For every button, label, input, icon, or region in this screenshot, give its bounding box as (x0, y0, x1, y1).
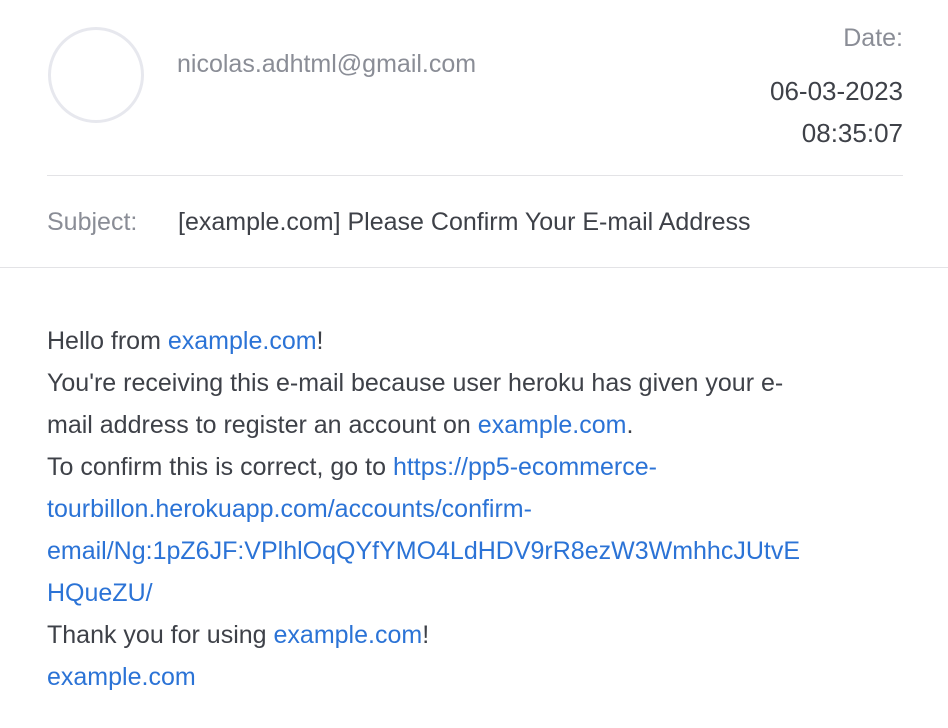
body-line-confirm-2: tourbillon.herokuapp.com/accounts/confir… (47, 488, 903, 530)
time-value: 08:35:07 (801, 118, 903, 148)
email-header: nicolas.adhtml@gmail.com Date: 06-03-202… (0, 0, 948, 268)
confirm-link-part-4[interactable]: HQueZU/ (47, 579, 153, 607)
sender-email: nicolas.adhtml@gmail.com (177, 50, 477, 78)
sender-avatar (48, 27, 144, 123)
hello-text: Hello from (47, 327, 168, 355)
email-view: nicolas.adhtml@gmail.com Date: 06-03-202… (0, 0, 948, 728)
thanks-text: Thank you for using (47, 621, 274, 649)
subject-label: Subject: (47, 208, 138, 236)
body-line-confirm-3: email/Ng:1pZ6JF:VPlhlOqQYfYMO4LdHDV9rR8e… (47, 530, 903, 572)
date-label: Date: (843, 24, 903, 52)
site-link-hello[interactable]: example.com (168, 327, 317, 355)
hello-suffix: ! (316, 327, 324, 355)
email-body: Hello from example.com! You're receiving… (47, 320, 903, 698)
confirm-link-part-1[interactable]: https://pp5-ecommerce- (393, 453, 657, 481)
body-line-hello: Hello from example.com! (47, 320, 903, 362)
body-line-thanks: Thank you for using example.com! (47, 614, 903, 656)
confirm-link-part-3[interactable]: email/Ng:1pZ6JF:VPlhlOqQYfYMO4LdHDV9rR8e… (47, 537, 800, 565)
subject-row: Subject: [example.com] Please Confirm You… (47, 206, 750, 238)
subject-text: [example.com] Please Confirm Your E-mail… (178, 208, 751, 236)
body-line-confirm-4: HQueZU/ (47, 572, 903, 614)
date-value: 06-03-2023 (770, 76, 903, 106)
confirm-link-part-2[interactable]: tourbillon.herokuapp.com/accounts/confir… (47, 495, 532, 523)
site-link-register[interactable]: example.com (478, 411, 627, 439)
confirm-text: To confirm this is correct, go to (47, 453, 393, 481)
signature-link[interactable]: example.com (47, 663, 196, 691)
body-line-register: mail address to register an account on e… (47, 404, 903, 446)
body-line-confirm: To confirm this is correct, go to https:… (47, 446, 903, 488)
date-block: Date: 06-03-2023 08:35:07 (770, 26, 903, 150)
register-text: mail address to register an account on (47, 411, 478, 439)
body-line-receiving: You're receiving this e-mail because use… (47, 369, 784, 397)
register-suffix: . (626, 411, 634, 439)
thanks-suffix: ! (422, 621, 430, 649)
body-line-signature: example.com (47, 656, 903, 698)
header-divider (47, 175, 903, 176)
site-link-thanks[interactable]: example.com (274, 621, 423, 649)
